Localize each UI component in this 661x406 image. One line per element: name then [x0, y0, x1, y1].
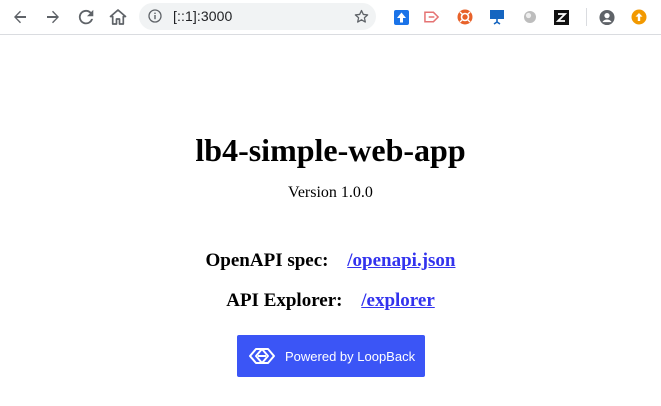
forward-icon [47, 10, 59, 24]
profile-button[interactable] [599, 9, 615, 25]
version-text: Version 1.0.0 [288, 184, 373, 201]
loopback-logo-icon [249, 348, 275, 364]
explorer-link[interactable]: /explorer [361, 290, 435, 311]
badge-text: Powered by LoopBack [285, 348, 416, 364]
powered-by-loopback-badge[interactable]: Powered by LoopBack [237, 335, 425, 377]
profile-icon [599, 9, 615, 25]
openapi-row: OpenAPI spec: /openapi.json [0, 249, 661, 273]
reload-icon [78, 9, 94, 25]
reload-button[interactable] [74, 5, 98, 29]
extension-orange-circle-icon[interactable] [457, 9, 473, 25]
extension-blue-arrow-icon[interactable] [393, 9, 409, 25]
address-bar[interactable]: [::1]:3000 [139, 3, 376, 30]
extension-z-icon[interactable] [553, 9, 569, 25]
update-button[interactable] [631, 9, 647, 25]
url-text[interactable]: [::1]:3000 [173, 3, 232, 30]
extension-red-tag-icon[interactable] [424, 9, 440, 25]
explorer-label: API Explorer: [226, 290, 343, 311]
info-icon[interactable] [148, 9, 162, 23]
extension-gray-circle-icon[interactable] [522, 9, 538, 25]
back-button[interactable] [8, 5, 32, 29]
bookmark-star-icon[interactable] [353, 8, 370, 25]
browser-toolbar: [::1]:3000 [0, 0, 661, 35]
page-title: lb4-simple-web-app [195, 132, 466, 168]
home-button[interactable] [106, 5, 130, 29]
back-icon [14, 10, 26, 24]
openapi-label: OpenAPI spec: [205, 250, 329, 271]
explorer-row: API Explorer: /explorer [0, 289, 661, 313]
update-icon [631, 9, 647, 25]
home-icon [109, 9, 127, 25]
forward-button[interactable] [41, 5, 65, 29]
openapi-link[interactable]: /openapi.json [347, 250, 455, 271]
extension-presentation-icon[interactable] [489, 9, 505, 25]
toolbar-separator [586, 8, 587, 26]
